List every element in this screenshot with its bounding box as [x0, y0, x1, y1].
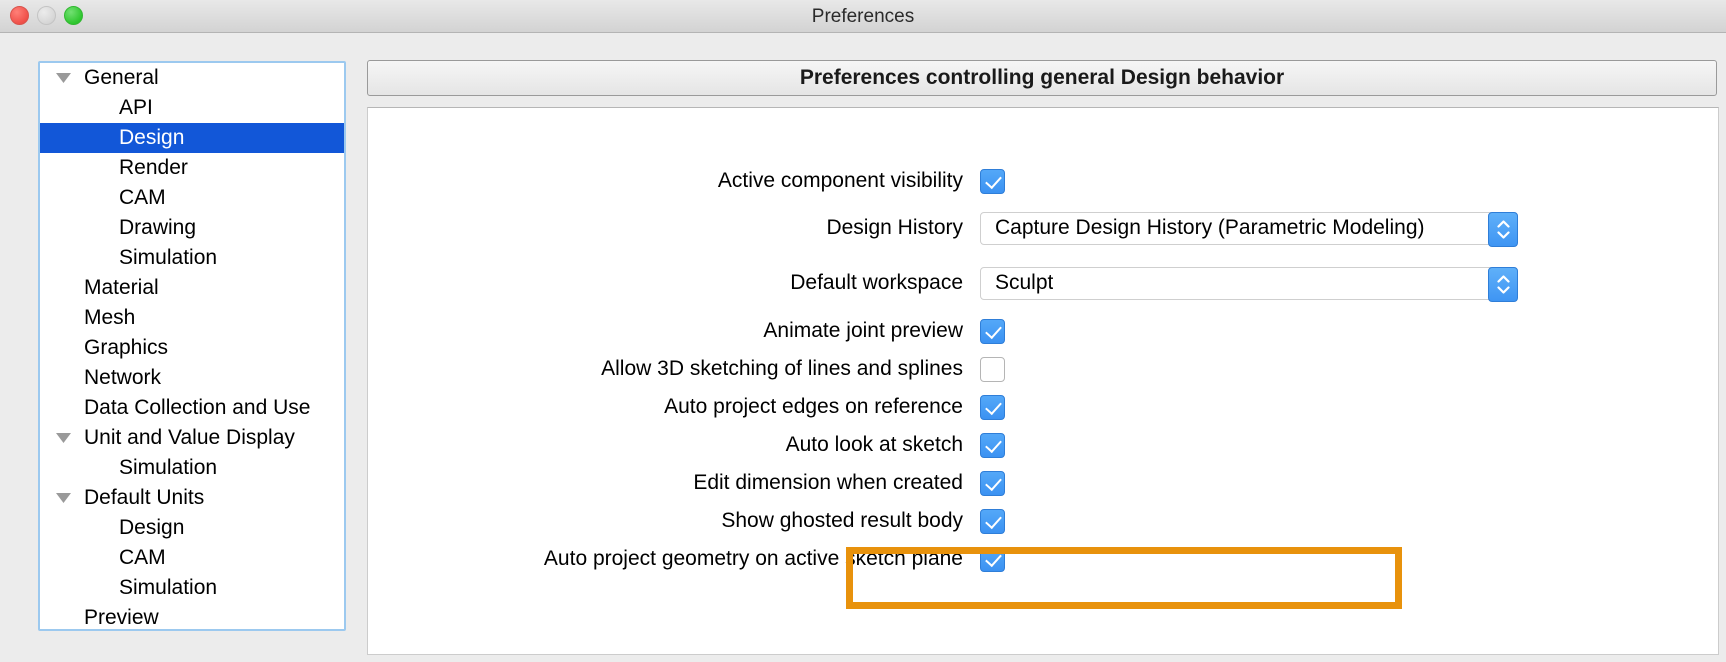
pref-control: Sculpt	[980, 266, 1518, 302]
pref-row-show-ghosted-result-body: Show ghosted result body	[368, 506, 1720, 536]
pref-label: Auto look at sketch	[785, 433, 963, 456]
tree-item-simulation[interactable]: Simulation	[40, 573, 344, 603]
tree-item-label: Preview	[84, 606, 159, 629]
tree-item-label: Default Units	[84, 486, 205, 509]
tree-item-graphics[interactable]: Graphics	[40, 333, 344, 363]
pref-row-edit-dimension-when-created: Edit dimension when created	[368, 468, 1720, 498]
preferences-detail-pane: Preferences controlling general Design b…	[362, 55, 1726, 655]
tree-item-data-collection-and-use[interactable]: Data Collection and Use	[40, 393, 344, 423]
checkbox-show-ghosted-result-body[interactable]	[980, 508, 1005, 534]
window-titlebar: Preferences	[0, 0, 1726, 33]
checkbox-animate-joint-preview[interactable]	[980, 318, 1005, 344]
tree-item-cam[interactable]: CAM	[40, 543, 344, 573]
pref-label: Design History	[826, 216, 963, 239]
preferences-category-tree[interactable]: General API Design Render CAM Drawing Simulati…	[38, 61, 346, 631]
window-title: Preferences	[811, 6, 915, 27]
pref-control	[980, 470, 1005, 496]
tree-item-network[interactable]: Network	[40, 363, 344, 393]
pane-header-title: Preferences controlling general Design b…	[367, 60, 1717, 96]
checkbox-auto-project-edges-on-reference[interactable]	[980, 394, 1005, 420]
tree-item-label: Simulation	[119, 576, 218, 599]
checkbox-auto-project-geometry-on-active-sketch-plane[interactable]	[980, 546, 1005, 572]
pref-label: Animate joint preview	[763, 319, 963, 342]
pref-control	[980, 546, 1005, 572]
pref-row-allow-3d-sketching-of-lines-and-splines: Allow 3D sketching of lines and splines	[368, 354, 1720, 384]
pref-label: Allow 3D sketching of lines and splines	[601, 357, 963, 380]
pref-control	[980, 432, 1005, 458]
pref-label: Default workspace	[790, 271, 963, 294]
popup-stepper-arrows-icon[interactable]	[1488, 211, 1518, 247]
tree-item-cam[interactable]: CAM	[40, 183, 344, 213]
popup-selected-value: Capture Design History (Parametric Model…	[995, 216, 1425, 239]
tree-item-label: CAM	[119, 546, 166, 569]
tree-item-label: Network	[84, 366, 162, 389]
tree-item-material[interactable]: Material	[40, 273, 344, 303]
tree-item-label: Graphics	[84, 336, 169, 359]
preferences-window: Preferences General API Design Render CAM Dra…	[0, 0, 1726, 662]
popup-stepper-arrows-icon[interactable]	[1488, 266, 1518, 302]
tree-item-preview[interactable]: Preview	[40, 603, 344, 629]
tree-item-design[interactable]: Design	[40, 513, 344, 543]
tree-item-drawing[interactable]: Drawing	[40, 213, 344, 243]
pref-label: Auto project edges on reference	[664, 395, 963, 418]
tree-item-label: Simulation	[119, 456, 218, 479]
pref-control	[980, 318, 1005, 344]
pref-label: Edit dimension when created	[693, 471, 963, 494]
tree-item-mesh[interactable]: Mesh	[40, 303, 344, 333]
tree-item-label: Simulation	[119, 246, 218, 269]
tree-item-label: Unit and Value Display	[84, 426, 295, 449]
pref-label: Auto project geometry on active sketch p…	[543, 547, 963, 570]
tree-item-simulation[interactable]: Simulation	[40, 453, 344, 483]
tree-item-api[interactable]: API	[40, 93, 344, 123]
pref-row-design-history: Design History Capture Design History (Pa…	[368, 211, 1720, 247]
tree-item-render[interactable]: Render	[40, 153, 344, 183]
pref-row-animate-joint-preview: Animate joint preview	[368, 316, 1720, 346]
pref-label: Show ghosted result body	[721, 509, 963, 532]
tree-item-label: Mesh	[84, 306, 136, 329]
pref-control	[980, 168, 1005, 194]
disclosure-triangle-icon[interactable]	[54, 63, 72, 93]
disclosure-triangle-icon[interactable]	[54, 423, 72, 453]
pref-row-auto-look-at-sketch: Auto look at sketch	[368, 430, 1720, 460]
tree-item-label: Drawing	[119, 216, 197, 239]
disclosure-triangle-icon[interactable]	[54, 483, 72, 513]
tree-item-label: Material	[84, 276, 159, 299]
tree-item-label: API	[119, 96, 153, 119]
tree-item-label: General	[84, 66, 159, 89]
popup-selected-value: Sculpt	[995, 271, 1054, 294]
window-body: General API Design Render CAM Drawing Simulati…	[0, 33, 1726, 662]
tree-item-default-units[interactable]: Default Units	[40, 483, 344, 513]
tree-item-label: Data Collection and Use	[84, 396, 311, 419]
pref-control: Capture Design History (Parametric Model…	[980, 211, 1518, 247]
preferences-list: Active component visibility Design Histor…	[367, 107, 1719, 655]
tree-item-label: CAM	[119, 186, 166, 209]
pref-label: Active component visibility	[717, 169, 963, 192]
pref-row-default-workspace: Default workspace Sculpt	[368, 266, 1720, 302]
tree-item-label: Design	[119, 126, 185, 149]
tree-item-label: Render	[119, 156, 188, 179]
pref-row-auto-project-geometry-on-active-sketch-plane: Auto project geometry on active sketch p…	[368, 544, 1720, 574]
tree-item-simulation[interactable]: Simulation	[40, 243, 344, 273]
tree-item-general[interactable]: General	[40, 63, 344, 93]
tree-item-design[interactable]: Design	[40, 123, 344, 153]
pref-row-auto-project-edges-on-reference: Auto project edges on reference	[368, 392, 1720, 422]
pref-control	[980, 356, 1005, 382]
checkbox-auto-look-at-sketch[interactable]	[980, 432, 1005, 458]
checkbox-edit-dimension-when-created[interactable]	[980, 470, 1005, 496]
checkbox-allow-3d-sketching-of-lines-and-splines[interactable]	[980, 356, 1005, 382]
pref-control	[980, 508, 1005, 534]
pref-row-active-component-visibility: Active component visibility	[368, 166, 1720, 196]
checkbox-active-component-visibility[interactable]	[980, 168, 1005, 194]
popup-design-history[interactable]: Capture Design History (Parametric Model…	[980, 211, 1518, 247]
popup-default-workspace[interactable]: Sculpt	[980, 266, 1518, 302]
tree-item-label: Design	[119, 516, 185, 539]
pref-control	[980, 394, 1005, 420]
tree-item-unit-and-value-display[interactable]: Unit and Value Display	[40, 423, 344, 453]
